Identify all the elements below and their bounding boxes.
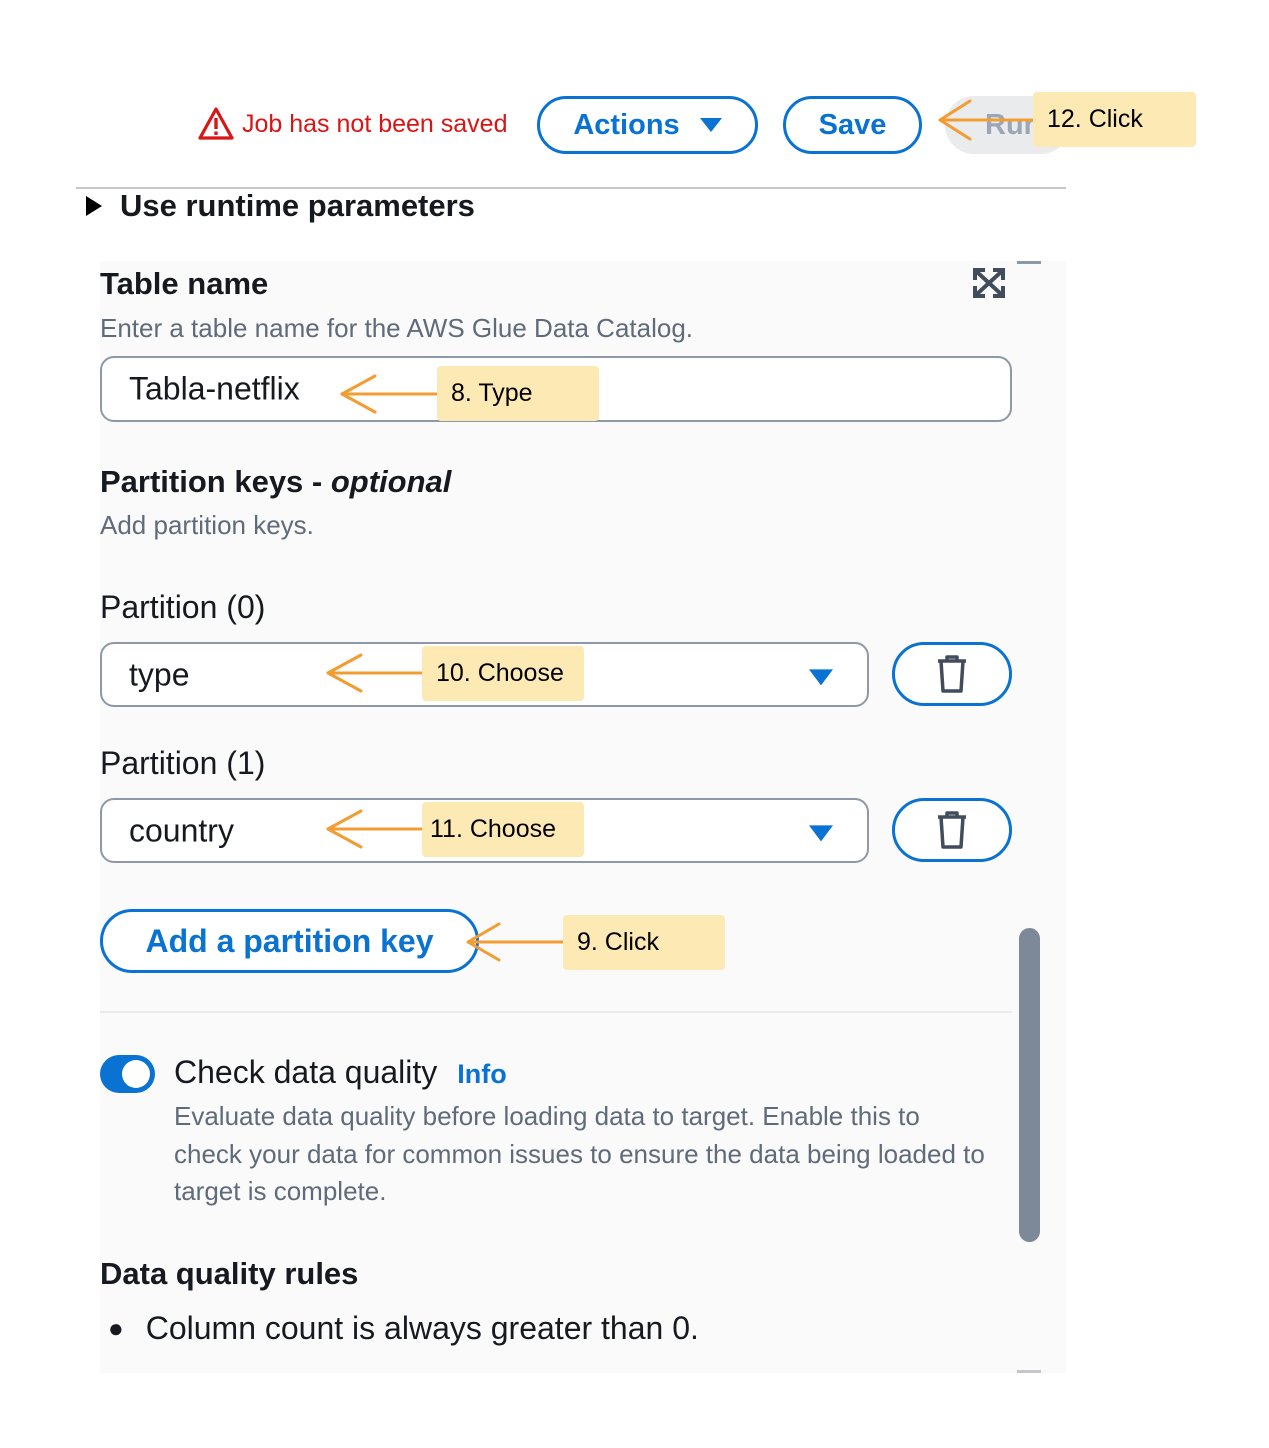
- callout-step11: 11. Choose: [422, 802, 584, 857]
- arrow-step11: [326, 809, 426, 849]
- callout-step12: 12. Click: [1033, 92, 1196, 147]
- arrow-step10: [326, 653, 426, 693]
- arrow-step12: [938, 99, 1037, 141]
- arrow-step8: [340, 374, 440, 414]
- callout-step9: 9. Click: [563, 915, 725, 970]
- callout-step8: 8. Type: [437, 366, 599, 421]
- arrow-step9: [466, 922, 565, 962]
- annotation-arrows: [326, 99, 1037, 962]
- callout-step10: 10. Choose: [422, 646, 584, 701]
